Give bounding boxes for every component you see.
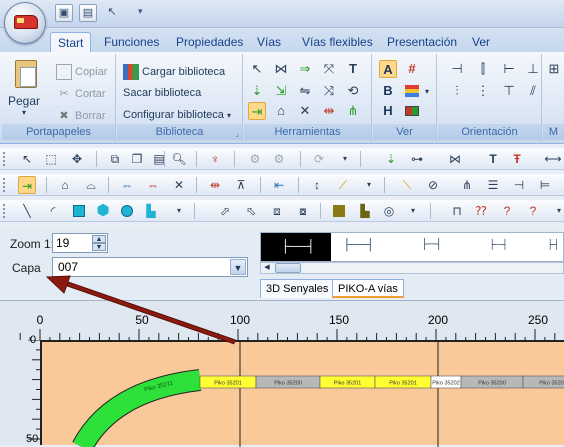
- locomotive-icon: [14, 15, 38, 29]
- application-button[interactable]: [4, 2, 46, 44]
- annotation-arrow: [45, 275, 236, 345]
